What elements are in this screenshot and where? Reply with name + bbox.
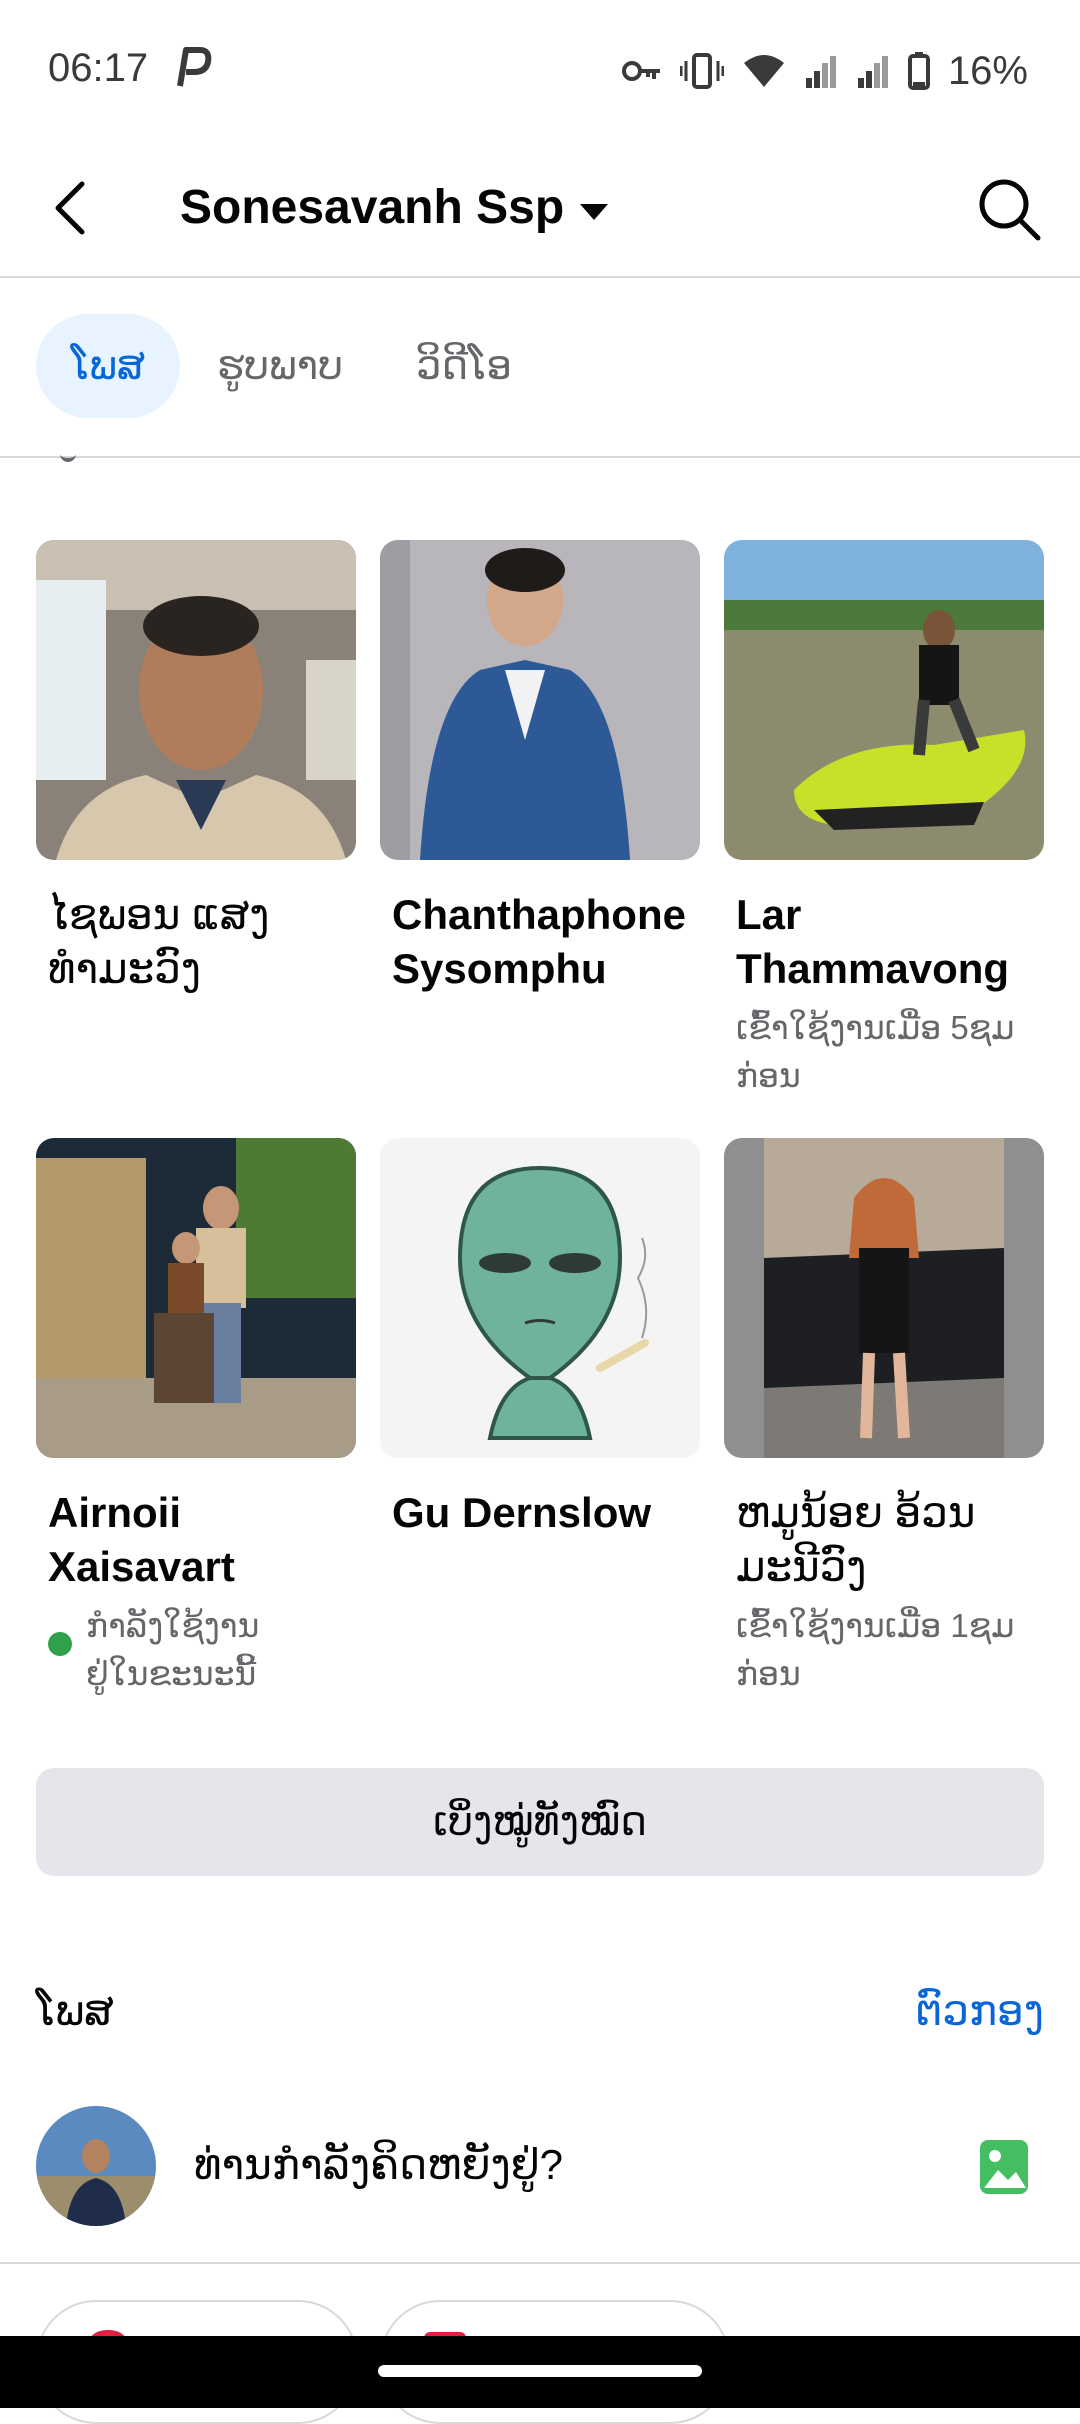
section-divider (0, 2262, 1080, 2264)
photo-icon[interactable] (978, 2138, 1030, 2196)
home-gesture-handle[interactable] (378, 2365, 702, 2377)
vibrate-icon (679, 53, 724, 89)
vpn-key-icon (621, 61, 660, 81)
avatar[interactable] (36, 2106, 156, 2226)
online-status: ກຳລັງໃຊ້ງານຢູ່ໃນຂະນະນີ້ (36, 1602, 356, 1698)
status-time: 06:17 (48, 46, 149, 90)
tab-photos[interactable]: ຮູບພາບ (204, 314, 356, 418)
online-dot-icon (48, 1632, 72, 1656)
battery-percentage: 16% (947, 48, 1028, 93)
app-header: Sonesavanh Ssp (0, 140, 1080, 278)
posts-section-title: ໂພສ (36, 1987, 114, 2034)
friend-card[interactable]: Airnoii Xaisavart ກຳລັງໃຊ້ງານຢູ່ໃນຂະນະນີ… (36, 1138, 356, 1698)
back-arrow-icon[interactable] (42, 178, 102, 238)
status-bar: 06:17 16% (0, 0, 1080, 140)
status-icons: 16% (621, 48, 1028, 94)
friend-photo[interactable] (724, 540, 1044, 860)
friend-name[interactable]: Gu Dernslow (380, 1486, 700, 1540)
battery-icon (907, 52, 930, 90)
friend-card[interactable]: Gu Dernslow (380, 1138, 700, 1540)
post-composer[interactable]: ທ່ານກຳລັງຄິດຫຍັງຢູ່? (0, 2100, 1080, 2260)
wifi-icon (743, 55, 784, 87)
search-icon[interactable] (976, 176, 1042, 242)
signal-icon (805, 56, 836, 88)
last-active-text: ເຂົ້າໃຊ້ງານເມື່ອ 5ຊມ ກ່ອນ (736, 1009, 1015, 1094)
friend-photo[interactable] (380, 540, 700, 860)
friend-card[interactable]: Lar Thammavong ເຂົ້າໃຊ້ງານເມື່ອ 5ຊມ ກ່ອນ (724, 540, 1044, 1100)
composer-input[interactable]: ທ່ານກຳລັງຄິດຫຍັງຢູ່? (194, 2140, 563, 2189)
tab-posts[interactable]: ໂພສ (36, 314, 180, 418)
friend-name[interactable]: ຫມູນ້ອຍ ອ້ວນມະນີວົງ (724, 1486, 1044, 1594)
see-all-friends-button[interactable]: ເບິ່ງໝູ່ທັງໝົດ (36, 1768, 1044, 1876)
clipped-text-remnant (60, 446, 76, 462)
friend-photo[interactable] (36, 540, 356, 860)
friend-card[interactable]: Chanthaphone Sysomphu (380, 540, 700, 996)
filter-link[interactable]: ຕົວກອງ (915, 1986, 1044, 2035)
friend-name[interactable]: Chanthaphone Sysomphu (380, 888, 700, 996)
signal-icon-2 (857, 56, 888, 88)
friend-photo[interactable] (724, 1138, 1044, 1458)
friend-name[interactable]: Lar Thammavong (724, 888, 1044, 996)
friend-card[interactable]: ໄຊພອນ ແສງທຳມະວົງ (36, 540, 356, 996)
profile-tabs: ໂພສ ຮູບພາບ ວິດີໂອ (0, 278, 1080, 458)
friend-photo[interactable] (36, 1138, 356, 1458)
page-title[interactable]: Sonesavanh Ssp (180, 180, 564, 235)
chevron-down-icon[interactable] (574, 196, 614, 226)
system-nav-bar (0, 2336, 1080, 2408)
online-status-text: ກຳລັງໃຊ້ງານຢູ່ໃນຂະນະນີ້ (86, 1607, 260, 1692)
parking-app-icon (177, 47, 212, 87)
friend-name[interactable]: Airnoii Xaisavart (36, 1486, 356, 1594)
last-active-text: ເຂົ້າໃຊ້ງານເມື່ອ 1ຊມ ກ່ອນ (736, 1607, 1015, 1692)
friend-photo[interactable] (380, 1138, 700, 1458)
friend-card[interactable]: ຫມູນ້ອຍ ອ້ວນມະນີວົງ ເຂົ້າໃຊ້ງານເມື່ອ 1ຊມ… (724, 1138, 1044, 1698)
friend-name[interactable]: ໄຊພອນ ແສງທຳມະວົງ (36, 888, 356, 996)
tab-videos[interactable]: ວິດີໂອ (394, 314, 534, 418)
